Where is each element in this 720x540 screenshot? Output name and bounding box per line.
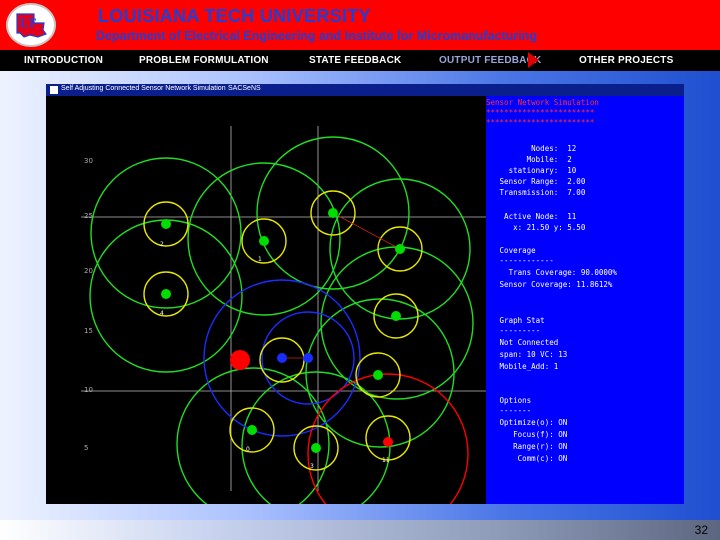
stat-sensor-range: Sensor Range: 2.00 <box>486 177 586 186</box>
sensor-node[interactable] <box>311 443 321 453</box>
active-node-coords: x: 21.50 y: 5.50 <box>486 223 586 232</box>
navigation-bar: INTRODUCTION PROBLEM FORMULATION STATE F… <box>0 50 720 71</box>
sensor-node[interactable] <box>161 289 171 299</box>
sensor-node[interactable] <box>161 219 171 229</box>
node-label: 4 <box>160 310 164 317</box>
nav-state-feedback[interactable]: STATE FEEDBACK <box>309 55 401 66</box>
stats-panel: Sensor Network Simulation **************… <box>486 96 684 504</box>
sensor-ranges <box>143 190 423 471</box>
target-node[interactable] <box>230 350 250 370</box>
active-arrow-icon <box>528 52 539 68</box>
sensor-node[interactable] <box>247 425 257 435</box>
stat-nodes: Nodes: 12 <box>486 144 577 153</box>
nav-other-projects[interactable]: OTHER PROJECTS <box>579 55 673 66</box>
coverage-title: Coverage <box>486 246 536 255</box>
mobile-node[interactable] <box>303 353 313 363</box>
sensor-coverage: Sensor Coverage: 11.8612% <box>486 280 613 289</box>
app-icon <box>50 86 58 94</box>
node-label: 2 <box>160 241 164 248</box>
graph-stat-title: Graph Stat <box>486 316 545 325</box>
nav-introduction[interactable]: INTRODUCTION <box>24 55 103 66</box>
node-label: 3 <box>310 463 314 470</box>
option-comm[interactable]: Comm(c): ON <box>486 454 684 464</box>
stat-mobile: Mobile: 2 <box>486 155 572 164</box>
node-label: 1 <box>258 256 262 263</box>
nav-problem-formulation[interactable]: PROBLEM FORMULATION <box>139 55 269 66</box>
nav-output-feedback[interactable]: OUTPUT FEEDBACK <box>439 55 541 66</box>
graph-connected: Not Connected <box>486 338 559 347</box>
sensor-field-plot[interactable]: 30 25 20 15 10 5 2 1 4 0 3 11 <box>46 96 486 504</box>
panel-divider: ************************ <box>486 108 595 117</box>
y-tick: 25 <box>84 212 93 220</box>
window-titlebar[interactable]: Self Adjusting Connected Sensor Network … <box>46 84 684 96</box>
options-divider: ------- <box>486 406 532 415</box>
sensor-node[interactable] <box>259 236 269 246</box>
header-bar: LT LOUISIANA TECH UNIVERSITY Department … <box>0 0 720 50</box>
simulation-window: Self Adjusting Connected Sensor Network … <box>46 84 684 504</box>
option-range[interactable]: Range(r): ON <box>486 442 684 452</box>
stat-transmission: Transmission: 7.00 <box>486 188 586 197</box>
y-tick: 10 <box>84 386 93 394</box>
trans-coverage: Trans Coverage: 90.0000% <box>486 268 617 277</box>
stat-stationary: stationary: 10 <box>486 166 577 175</box>
options-title: Options <box>486 396 532 405</box>
graph-mobile-add: Mobile_Add: 1 <box>486 362 559 371</box>
sensor-node[interactable] <box>373 370 383 380</box>
sensor-node[interactable] <box>395 244 405 254</box>
university-logo: LT <box>6 3 56 47</box>
y-tick: 20 <box>84 267 93 275</box>
node-label: 0 <box>246 446 250 453</box>
active-node-label: Active Node: 11 <box>486 212 577 221</box>
graph-span: span: 10 VC: 13 <box>486 350 568 359</box>
sensor-nodes <box>161 208 405 453</box>
node-label: 11 <box>382 457 390 464</box>
louisiana-state-icon: LT <box>16 13 47 38</box>
window-title: Self Adjusting Connected Sensor Network … <box>61 85 226 92</box>
option-focus[interactable]: Focus(f): ON <box>486 430 684 440</box>
option-optimize[interactable]: Optimize(o): ON <box>486 418 684 428</box>
university-name: LOUISIANA TECH UNIVERSITY <box>98 6 371 26</box>
footer-bar: 32 <box>0 520 720 540</box>
active-node[interactable] <box>383 437 393 447</box>
mobile-node[interactable] <box>277 353 287 363</box>
page-number: 32 <box>694 523 708 537</box>
y-tick: 30 <box>84 157 93 165</box>
sensor-node[interactable] <box>328 208 338 218</box>
panel-header: Sensor Network Simulation <box>486 98 599 107</box>
y-tick: 5 <box>84 444 88 452</box>
panel-divider: ************************ <box>486 118 595 127</box>
logo-letters: LT <box>20 15 36 30</box>
y-tick: 15 <box>84 327 93 335</box>
sensor-node[interactable] <box>391 311 401 321</box>
coverage-divider: ------------ <box>486 256 554 265</box>
department-name: Department of Electrical Engineering and… <box>96 29 538 43</box>
window-subtitle: SACSeNS <box>228 85 261 92</box>
graph-stat-divider: --------- <box>486 326 541 335</box>
